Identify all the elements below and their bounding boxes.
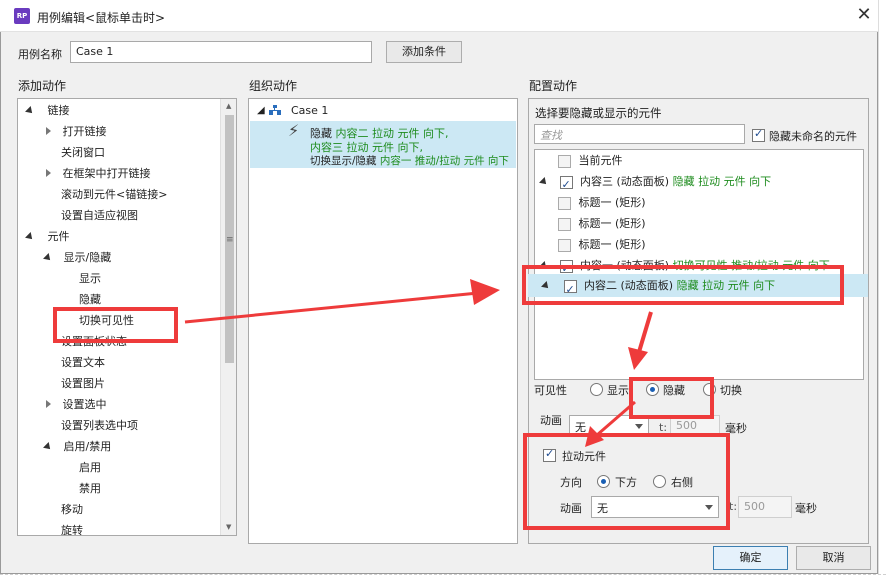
arrow-head-content2 <box>470 279 500 305</box>
arrow-head-pull-widget <box>585 426 604 447</box>
arrow-head-hide-option <box>628 347 648 370</box>
annotation-arrows <box>184 279 653 447</box>
arrow-to-hide-option <box>637 311 653 353</box>
arrow-to-content2 <box>184 291 479 324</box>
arrow-to-pull-widget <box>596 400 636 437</box>
